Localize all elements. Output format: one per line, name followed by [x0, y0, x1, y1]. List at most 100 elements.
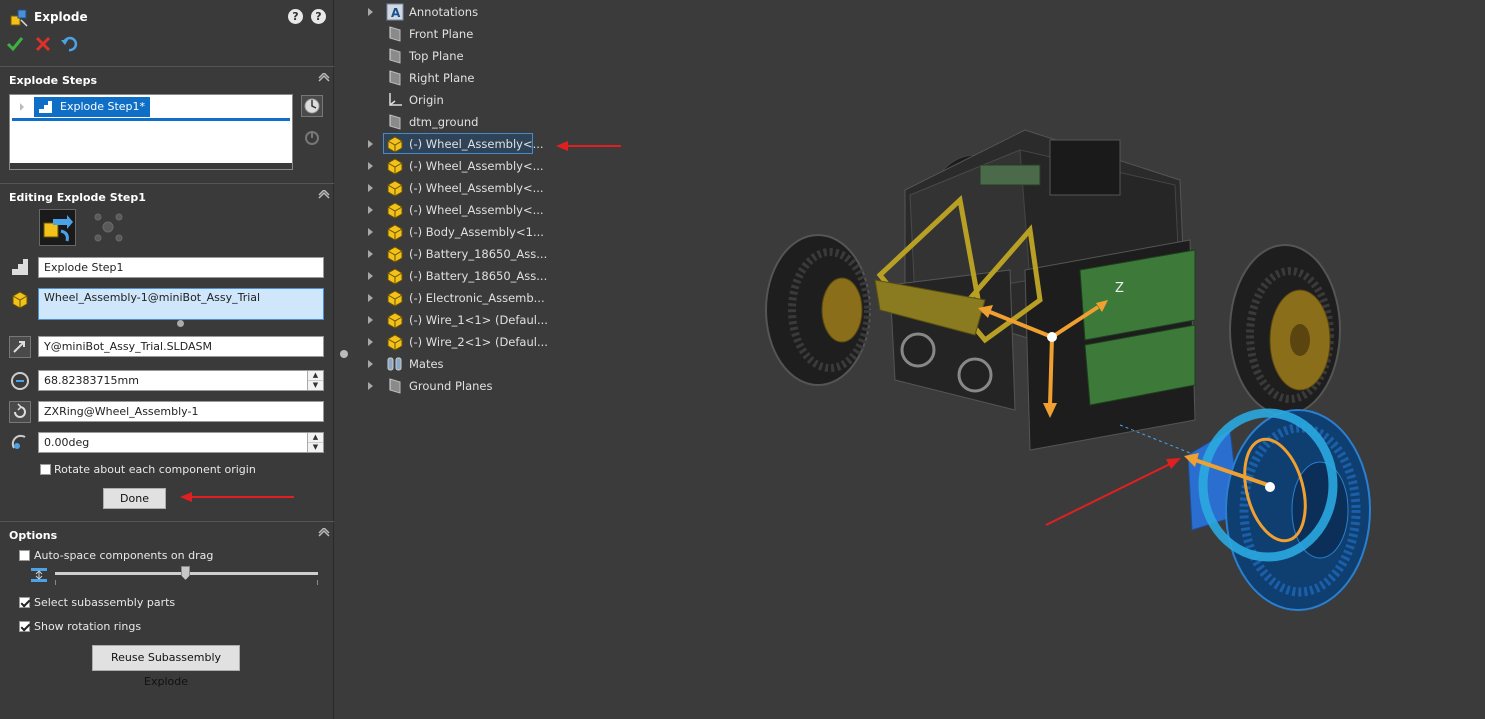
- collapse-chevron-icon[interactable]: [318, 190, 330, 200]
- rotation-axis-icon[interactable]: [9, 401, 31, 423]
- explode-direction-field[interactable]: Y@miniBot_Assy_Trial.SLDASM: [38, 336, 324, 357]
- tree-item[interactable]: (-) Wire_1<1> (Defaul...: [360, 309, 620, 331]
- rollback-step-icon[interactable]: [303, 129, 321, 147]
- slider-tick: [55, 580, 56, 585]
- explode-step-item[interactable]: Explode Step1*: [34, 97, 150, 117]
- tree-item[interactable]: (-) Wheel_Assembly<...: [360, 177, 620, 199]
- tree-item[interactable]: (-) Wire_2<1> (Defaul...: [360, 331, 620, 353]
- tree-item-label: (-) Battery_18650_Ass...: [409, 247, 548, 261]
- editing-title: Editing Explode Step1: [9, 191, 146, 204]
- right-rear-wheel[interactable]: [1229, 244, 1341, 416]
- expand-arrow-icon[interactable]: [368, 206, 373, 214]
- cancel-x-icon[interactable]: [34, 35, 52, 53]
- tree-item[interactable]: Ground Planes: [360, 375, 620, 397]
- mates-icon: [386, 355, 404, 373]
- tree-item[interactable]: dtm_ground: [360, 111, 620, 133]
- expand-arrow-icon[interactable]: [368, 228, 373, 236]
- options-title: Options: [9, 529, 58, 542]
- tree-item[interactable]: A Annotations: [360, 1, 620, 23]
- plane-icon: [386, 377, 404, 395]
- expand-arrow-icon[interactable]: [20, 103, 24, 111]
- auto-space-checkbox[interactable]: [19, 550, 30, 561]
- explode-icon: [10, 9, 28, 27]
- tree-item-label: dtm_ground: [409, 115, 479, 129]
- auto-space-label: Auto-space components on drag: [34, 549, 214, 562]
- rotation-angle-icon: [11, 434, 26, 449]
- expand-arrow-icon[interactable]: [368, 272, 373, 280]
- list-resize-handle[interactable]: [177, 320, 184, 327]
- expand-arrow-icon[interactable]: [368, 382, 373, 390]
- expand-arrow-icon[interactable]: [368, 360, 373, 368]
- explode-steps-title: Explode Steps: [9, 74, 98, 87]
- rotation-angle-field[interactable]: 0.00deg ▲ ▼: [38, 432, 324, 453]
- tree-item[interactable]: (-) Electronic_Assemb...: [360, 287, 620, 309]
- collapse-chevron-icon[interactable]: [318, 73, 330, 83]
- show-rings-checkbox[interactable]: [19, 621, 30, 632]
- tree-item-label: (-) Electronic_Assemb...: [409, 291, 545, 305]
- tree-item-label: Ground Planes: [409, 379, 493, 393]
- expand-arrow-icon[interactable]: [368, 294, 373, 302]
- distance-spinner[interactable]: ▲ ▼: [307, 371, 323, 390]
- tree-item-label: Origin: [409, 93, 444, 107]
- assembly-icon: [386, 267, 404, 285]
- assembly-icon: [386, 157, 404, 175]
- rotate-origin-checkbox[interactable]: [40, 464, 51, 475]
- tree-item[interactable]: Mates: [360, 353, 620, 375]
- tree-item[interactable]: (-) Wheel_Assembly<...: [360, 133, 620, 155]
- undo-icon[interactable]: [60, 35, 78, 53]
- tree-item-label: Right Plane: [409, 71, 475, 85]
- plane-icon: [386, 113, 404, 131]
- pm-title: Explode: [34, 10, 88, 24]
- tree-item[interactable]: Right Plane: [360, 67, 620, 89]
- panel-splitter-handle[interactable]: [340, 350, 348, 358]
- expand-arrow-icon[interactable]: [368, 338, 373, 346]
- expand-arrow-icon[interactable]: [368, 184, 373, 192]
- explode-steps-list[interactable]: Explode Step1*: [9, 94, 293, 170]
- list-scrollbar[interactable]: [10, 163, 292, 169]
- expand-arrow-icon[interactable]: [368, 8, 373, 16]
- angle-spinner[interactable]: ▲ ▼: [307, 433, 323, 452]
- expand-arrow-icon[interactable]: [368, 316, 373, 324]
- animate-step-icon[interactable]: [301, 95, 323, 117]
- tree-item[interactable]: (-) Battery_18650_Ass...: [360, 243, 620, 265]
- tree-item[interactable]: Top Plane: [360, 45, 620, 67]
- tree-item[interactable]: (-) Battery_18650_Ass...: [360, 265, 620, 287]
- help-icon[interactable]: ?: [311, 9, 326, 24]
- expand-arrow-icon[interactable]: [368, 250, 373, 258]
- graphics-viewport[interactable]: Z: [700, 90, 1400, 620]
- expand-arrow-icon[interactable]: [368, 140, 373, 148]
- tree-item[interactable]: (-) Wheel_Assembly<...: [360, 155, 620, 177]
- tree-item-label: (-) Wheel_Assembly<...: [409, 181, 544, 195]
- assembly-icon: [386, 223, 404, 241]
- reuse-subassembly-button[interactable]: Reuse Subassembly Explode: [92, 645, 240, 688]
- done-button[interactable]: Done: [103, 488, 166, 509]
- select-subassembly-checkbox[interactable]: [19, 597, 30, 608]
- rotation-axis-field[interactable]: ZXRing@Wheel_Assembly-1: [38, 401, 324, 422]
- tree-item[interactable]: Front Plane: [360, 23, 620, 45]
- explode-path-line: [1119, 424, 1196, 456]
- tree-item[interactable]: (-) Wheel_Assembly<...: [360, 199, 620, 221]
- svg-text:A: A: [391, 6, 401, 20]
- radial-step-icon[interactable]: [92, 211, 125, 244]
- regular-step-translate-icon[interactable]: [39, 209, 76, 246]
- assembly-icon: [386, 245, 404, 263]
- rotation-angle-value: 0.00deg: [44, 436, 90, 449]
- tree-item-label: Mates: [409, 357, 444, 371]
- expand-arrow-icon[interactable]: [368, 162, 373, 170]
- tree-item-label: (-) Wire_2<1> (Defaul...: [409, 335, 548, 349]
- help-tips-icon[interactable]: ?: [288, 9, 303, 24]
- collapse-chevron-icon[interactable]: [318, 528, 330, 538]
- front-left-wheel[interactable]: [765, 234, 872, 386]
- components-field[interactable]: Wheel_Assembly-1@miniBot_Assy_Trial: [38, 288, 324, 320]
- slider-tick: [317, 580, 318, 585]
- tree-item[interactable]: (-) Body_Assembly<1...: [360, 221, 620, 243]
- explode-steps-section: Explode Steps Explode Step1*: [0, 66, 334, 182]
- explode-distance-field[interactable]: 68.82383715mm ▲ ▼: [38, 370, 324, 391]
- tree-item[interactable]: Origin: [360, 89, 620, 111]
- direction-icon[interactable]: [9, 336, 31, 358]
- spacing-slider-thumb[interactable]: [181, 566, 190, 580]
- explode-step-label: Explode Step1*: [60, 100, 146, 113]
- step-name-field[interactable]: Explode Step1: [38, 257, 324, 278]
- ok-check-icon[interactable]: [6, 35, 24, 53]
- tree-item-label: (-) Wheel_Assembly<...: [409, 159, 544, 173]
